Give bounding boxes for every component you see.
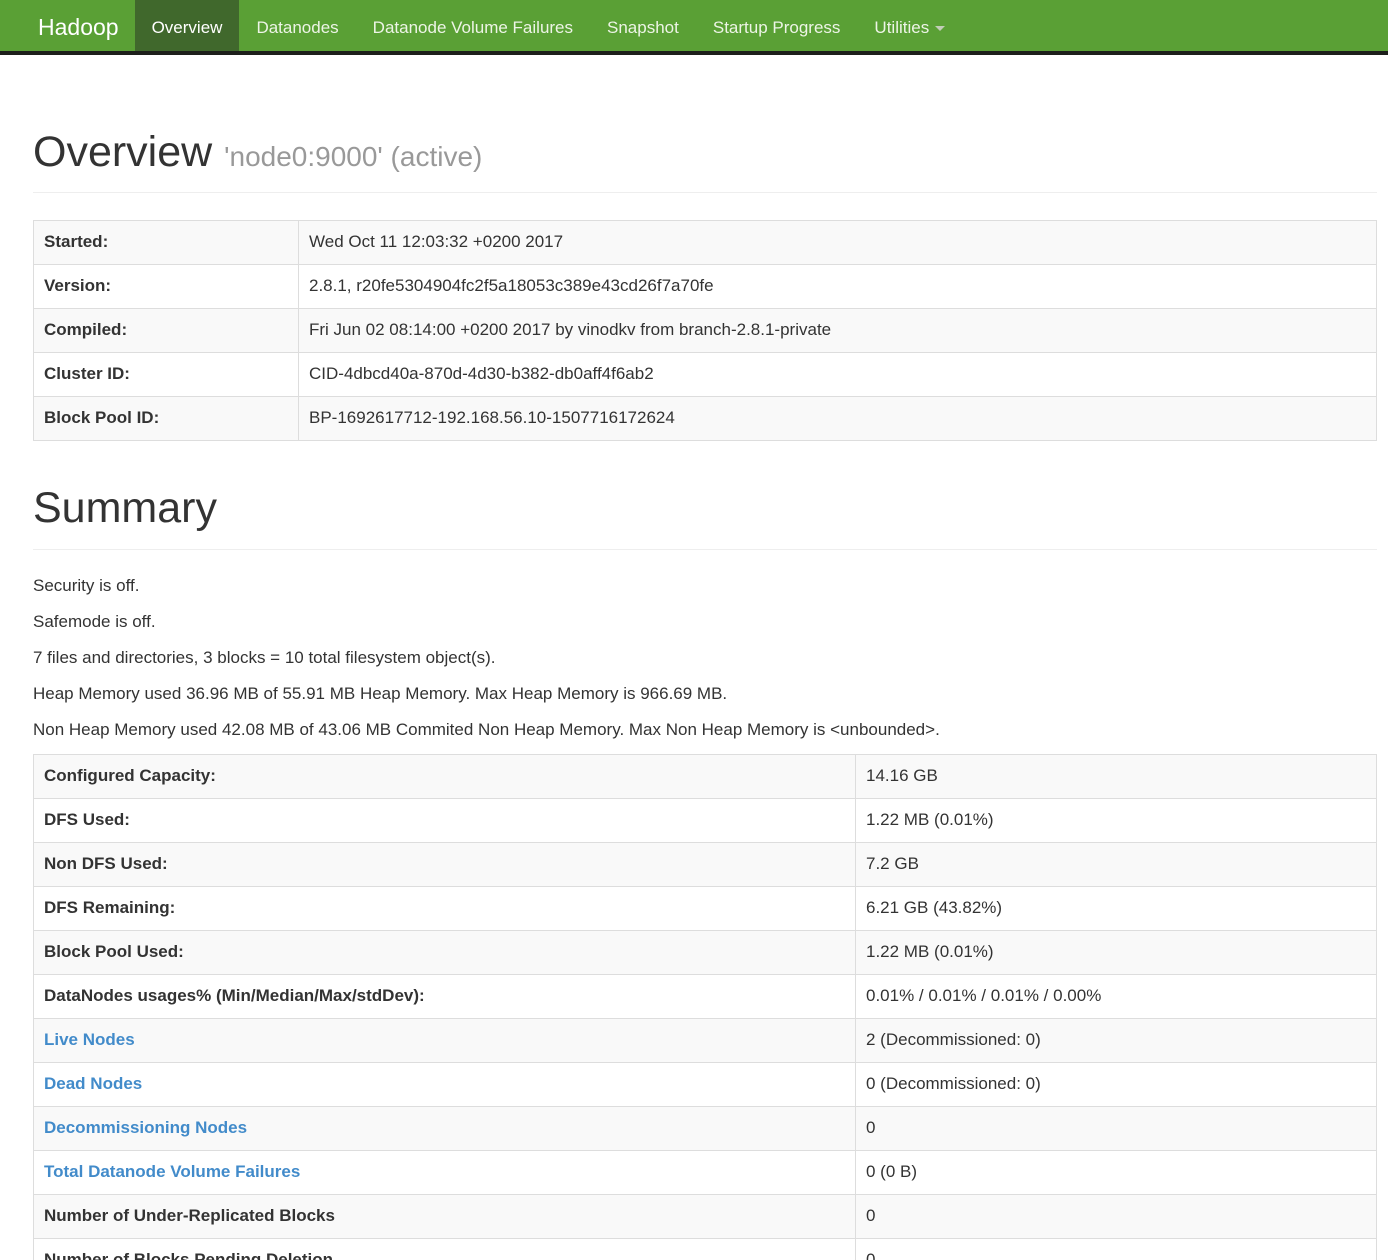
table-row: Version: 2.8.1, r20fe5304904fc2f5a18053c… <box>34 265 1377 309</box>
tab-snapshot[interactable]: Snapshot <box>590 0 696 51</box>
filesystem-objects-status: 7 files and directories, 3 blocks = 10 t… <box>33 646 1377 670</box>
security-status: Security is off. <box>33 574 1377 598</box>
tab-utilities-label: Utilities <box>874 18 929 37</box>
dead-nodes-link[interactable]: Dead Nodes <box>44 1074 142 1093</box>
table-row: Started: Wed Oct 11 12:03:32 +0200 2017 <box>34 221 1377 265</box>
table-row: Block Pool ID: BP-1692617712-192.168.56.… <box>34 397 1377 441</box>
summary-title: Summary <box>33 485 1377 532</box>
row-label: Block Pool ID: <box>34 397 299 441</box>
page-content: Overview 'node0:9000' (active) Started: … <box>33 129 1377 1260</box>
table-row: Live Nodes 2 (Decommissioned: 0) <box>34 1018 1377 1062</box>
tab-datanodes[interactable]: Datanodes <box>239 0 355 51</box>
table-row: Block Pool Used: 1.22 MB (0.01%) <box>34 930 1377 974</box>
row-value: CID-4dbcd40a-870d-4d30-b382-db0aff4f6ab2 <box>299 353 1377 397</box>
tab-utilities[interactable]: Utilities <box>857 0 962 51</box>
summary-header: Summary <box>33 485 1377 549</box>
table-row: DFS Remaining: 6.21 GB (43.82%) <box>34 886 1377 930</box>
row-value: 14.16 GB <box>856 754 1377 798</box>
row-value: 2 (Decommissioned: 0) <box>856 1018 1377 1062</box>
table-row: Non DFS Used: 7.2 GB <box>34 842 1377 886</box>
table-row: DataNodes usages% (Min/Median/Max/stdDev… <box>34 974 1377 1018</box>
row-value: 0 <box>856 1106 1377 1150</box>
row-value: Wed Oct 11 12:03:32 +0200 2017 <box>299 221 1377 265</box>
row-label: Cluster ID: <box>34 353 299 397</box>
row-label: Block Pool Used: <box>34 930 856 974</box>
tab-overview[interactable]: Overview <box>135 0 240 51</box>
row-label: Number of Blocks Pending Deletion <box>34 1238 856 1260</box>
brand-hadoop[interactable]: Hadoop <box>0 0 135 51</box>
row-value: 7.2 GB <box>856 842 1377 886</box>
row-value: 1.22 MB (0.01%) <box>856 798 1377 842</box>
row-label: Non DFS Used: <box>34 842 856 886</box>
row-value: 1.22 MB (0.01%) <box>856 930 1377 974</box>
table-row: Number of Blocks Pending Deletion 0 <box>34 1238 1377 1260</box>
row-label: Compiled: <box>34 309 299 353</box>
row-label: Dead Nodes <box>34 1062 856 1106</box>
total-datanode-volume-failures-link[interactable]: Total Datanode Volume Failures <box>44 1162 300 1181</box>
row-label: Number of Under-Replicated Blocks <box>34 1194 856 1238</box>
safemode-status: Safemode is off. <box>33 610 1377 634</box>
table-row: Compiled: Fri Jun 02 08:14:00 +0200 2017… <box>34 309 1377 353</box>
decommissioning-nodes-link[interactable]: Decommissioning Nodes <box>44 1118 247 1137</box>
table-row: Configured Capacity: 14.16 GB <box>34 754 1377 798</box>
row-label: DataNodes usages% (Min/Median/Max/stdDev… <box>34 974 856 1018</box>
row-label: Configured Capacity: <box>34 754 856 798</box>
table-row: Cluster ID: CID-4dbcd40a-870d-4d30-b382-… <box>34 353 1377 397</box>
row-label: Live Nodes <box>34 1018 856 1062</box>
page-title: Overview 'node0:9000' (active) <box>33 129 1377 176</box>
row-value: BP-1692617712-192.168.56.10-150771617262… <box>299 397 1377 441</box>
row-label: Decommissioning Nodes <box>34 1106 856 1150</box>
navbar: Hadoop Overview Datanodes Datanode Volum… <box>0 0 1388 55</box>
row-value: 6.21 GB (43.82%) <box>856 886 1377 930</box>
row-label: Total Datanode Volume Failures <box>34 1150 856 1194</box>
row-value: 0 <box>856 1194 1377 1238</box>
row-value: Fri Jun 02 08:14:00 +0200 2017 by vinodk… <box>299 309 1377 353</box>
overview-header: Overview 'node0:9000' (active) <box>33 129 1377 193</box>
row-label: Started: <box>34 221 299 265</box>
row-label: DFS Used: <box>34 798 856 842</box>
namenode-address: 'node0:9000' (active) <box>224 141 482 172</box>
non-heap-memory-status: Non Heap Memory used 42.08 MB of 43.06 M… <box>33 718 1377 742</box>
row-value: 2.8.1, r20fe5304904fc2f5a18053c389e43cd2… <box>299 265 1377 309</box>
live-nodes-link[interactable]: Live Nodes <box>44 1030 135 1049</box>
overview-table: Started: Wed Oct 11 12:03:32 +0200 2017 … <box>33 220 1377 441</box>
table-row: Dead Nodes 0 (Decommissioned: 0) <box>34 1062 1377 1106</box>
tab-datanode-volume-failures[interactable]: Datanode Volume Failures <box>356 0 590 51</box>
row-value: 0 (Decommissioned: 0) <box>856 1062 1377 1106</box>
row-value: 0 (0 B) <box>856 1150 1377 1194</box>
table-row: DFS Used: 1.22 MB (0.01%) <box>34 798 1377 842</box>
row-value: 0 <box>856 1238 1377 1260</box>
table-row: Total Datanode Volume Failures 0 (0 B) <box>34 1150 1377 1194</box>
table-row: Decommissioning Nodes 0 <box>34 1106 1377 1150</box>
caret-down-icon <box>935 26 945 31</box>
navbar-menu: Overview Datanodes Datanode Volume Failu… <box>135 0 963 51</box>
summary-table: Configured Capacity: 14.16 GB DFS Used: … <box>33 754 1377 1260</box>
row-label: DFS Remaining: <box>34 886 856 930</box>
table-row: Number of Under-Replicated Blocks 0 <box>34 1194 1377 1238</box>
row-value: 0.01% / 0.01% / 0.01% / 0.00% <box>856 974 1377 1018</box>
tab-startup-progress[interactable]: Startup Progress <box>696 0 858 51</box>
heap-memory-status: Heap Memory used 36.96 MB of 55.91 MB He… <box>33 682 1377 706</box>
page-title-text: Overview <box>33 128 212 176</box>
row-label: Version: <box>34 265 299 309</box>
